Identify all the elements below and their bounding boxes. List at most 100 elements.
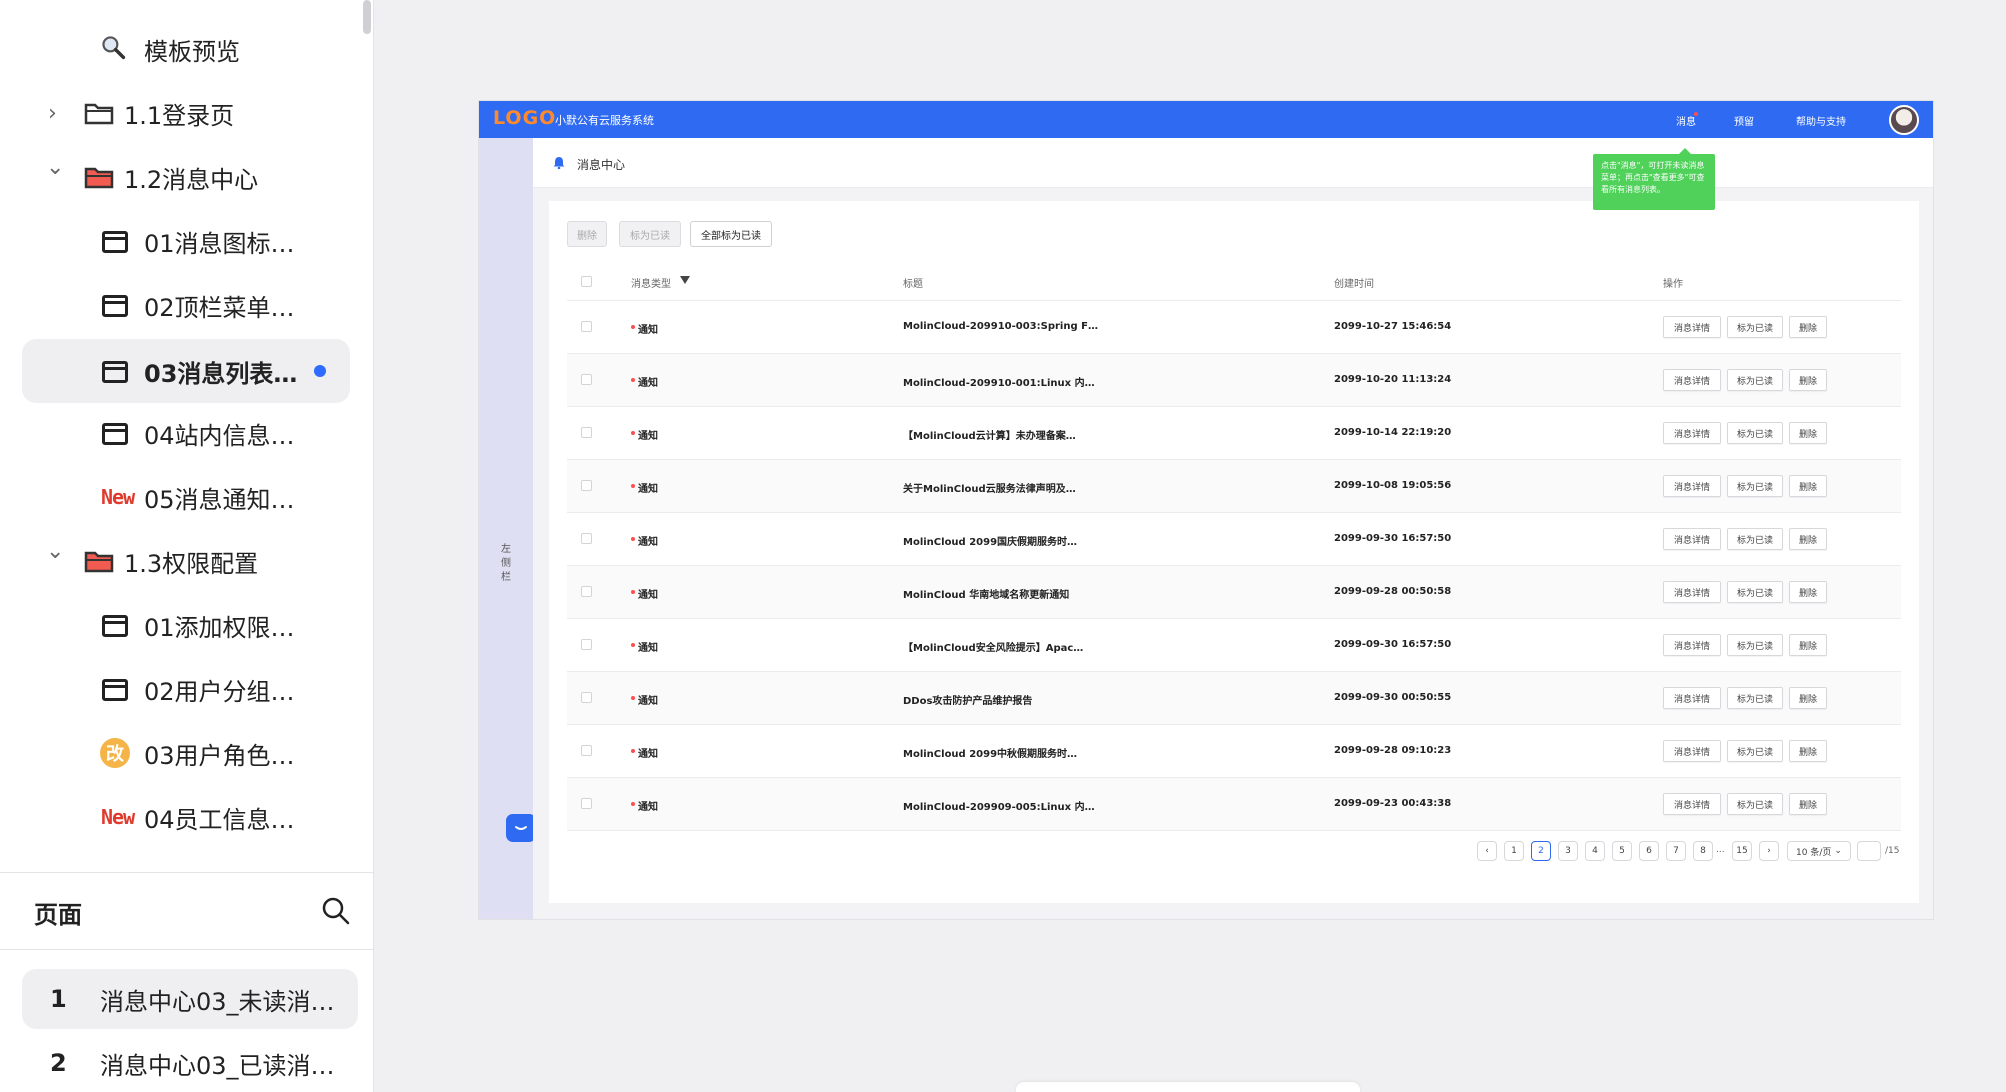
nav-messages[interactable]: 消息 bbox=[1676, 113, 1696, 128]
delete-button[interactable]: 删除 bbox=[567, 221, 607, 247]
cell-title[interactable]: MolinCloud 华南地域名称更新通知 bbox=[903, 586, 1069, 601]
mark-read-row-button[interactable]: 标为已读 bbox=[1727, 422, 1783, 444]
delete-row-button[interactable]: 删除 bbox=[1789, 793, 1827, 815]
page-label: 消息中心03_未读消… bbox=[100, 987, 335, 1016]
avatar[interactable] bbox=[1889, 105, 1919, 135]
search-icon[interactable] bbox=[320, 895, 352, 927]
cell-title[interactable]: DDos攻击防护产品维护报告 bbox=[903, 692, 1032, 707]
mark-read-row-button[interactable]: 标为已读 bbox=[1727, 634, 1783, 656]
mark-read-row-button[interactable]: 标为已读 bbox=[1727, 316, 1783, 338]
message-detail-button[interactable]: 消息详情 bbox=[1663, 740, 1721, 762]
cell-title[interactable]: MolinCloud-209910-001:Linux 内… bbox=[903, 374, 1095, 389]
nav-reserve[interactable]: 预留 bbox=[1734, 113, 1754, 128]
chat-icon[interactable] bbox=[506, 814, 536, 842]
delete-row-button[interactable]: 删除 bbox=[1789, 528, 1827, 550]
cell-created: 2099-09-23 00:43:38 bbox=[1334, 798, 1452, 809]
next-page-button[interactable]: › bbox=[1759, 841, 1779, 861]
page-row-read[interactable]: 2 消息中心03_已读消… bbox=[22, 1033, 358, 1092]
mark-read-row-button[interactable]: 标为已读 bbox=[1727, 581, 1783, 603]
mark-read-row-button[interactable]: 标为已读 bbox=[1727, 793, 1783, 815]
page-size-select[interactable]: 10 条/页 ⌄ bbox=[1787, 841, 1851, 861]
page-button[interactable]: 5 bbox=[1612, 841, 1632, 861]
page-button[interactable]: 6 bbox=[1639, 841, 1659, 861]
row-checkbox[interactable] bbox=[581, 427, 592, 438]
page-button[interactable]: 3 bbox=[1558, 841, 1578, 861]
prev-page-button[interactable]: ‹ bbox=[1477, 841, 1497, 861]
mark-read-row-button[interactable]: 标为已读 bbox=[1727, 687, 1783, 709]
delete-row-button[interactable]: 删除 bbox=[1789, 581, 1827, 603]
chevron-down-icon[interactable]: ⌄ bbox=[46, 539, 64, 564]
tree-item-user-role[interactable]: 改 03用户角色… bbox=[22, 723, 352, 783]
delete-row-button[interactable]: 删除 bbox=[1789, 687, 1827, 709]
delete-row-button[interactable]: 删除 bbox=[1789, 740, 1827, 762]
tree-item-employee-info[interactable]: New 04员工信息… bbox=[22, 787, 352, 847]
row-checkbox[interactable] bbox=[581, 639, 592, 650]
page-row-unread[interactable]: 1 消息中心03_未读消… bbox=[22, 969, 358, 1029]
mark-read-row-button[interactable]: 标为已读 bbox=[1727, 369, 1783, 391]
page-button[interactable]: 8 bbox=[1693, 841, 1713, 861]
tree-item-message-list[interactable]: 03消息列表… bbox=[22, 339, 350, 403]
message-detail-button[interactable]: 消息详情 bbox=[1663, 528, 1721, 550]
row-checkbox[interactable] bbox=[581, 745, 592, 756]
select-all-checkbox[interactable] bbox=[581, 276, 592, 287]
cell-title[interactable]: MolinCloud-209909-005:Linux 内… bbox=[903, 798, 1095, 813]
message-detail-button[interactable]: 消息详情 bbox=[1663, 687, 1721, 709]
last-page-button[interactable]: 15 bbox=[1732, 841, 1752, 861]
mark-read-row-button[interactable]: 标为已读 bbox=[1727, 475, 1783, 497]
table-row: 通知 MolinCloud 华南地域名称更新通知 2099-09-28 00:50:… bbox=[567, 566, 1901, 619]
tree-item-label: 02顶栏菜单… bbox=[144, 293, 295, 322]
mark-read-row-button[interactable]: 标为已读 bbox=[1727, 740, 1783, 762]
row-checkbox[interactable] bbox=[581, 533, 592, 544]
message-detail-button[interactable]: 消息详情 bbox=[1663, 634, 1721, 656]
cell-title[interactable]: 【MolinCloud安全风险提示】Apac… bbox=[903, 639, 1083, 654]
cell-title[interactable]: MolinCloud 2099国庆假期服务时… bbox=[903, 533, 1077, 548]
message-detail-button[interactable]: 消息详情 bbox=[1663, 475, 1721, 497]
tree-item-site-message[interactable]: 04站内信息… bbox=[22, 403, 352, 463]
row-checkbox[interactable] bbox=[581, 692, 592, 703]
page-button[interactable]: 7 bbox=[1666, 841, 1686, 861]
tree-item-template-preview[interactable]: 模板预览 bbox=[22, 19, 352, 79]
tree-item-login-page[interactable]: › 1.1登录页 bbox=[22, 83, 352, 143]
row-checkbox[interactable] bbox=[581, 586, 592, 597]
row-checkbox[interactable] bbox=[581, 374, 592, 385]
delete-row-button[interactable]: 删除 bbox=[1789, 316, 1827, 338]
chevron-right-icon[interactable]: › bbox=[48, 101, 57, 126]
tree-item-message-icon[interactable]: 01消息图标… bbox=[22, 211, 352, 271]
row-checkbox[interactable] bbox=[581, 480, 592, 491]
selected-dot-icon bbox=[314, 365, 326, 377]
mark-all-read-button[interactable]: 全部标为已读 bbox=[690, 221, 772, 247]
delete-row-button[interactable]: 删除 bbox=[1789, 422, 1827, 444]
nav-help[interactable]: 帮助与支持 bbox=[1796, 113, 1846, 128]
tree-item-permission-config[interactable]: ⌄ 1.3权限配置 bbox=[22, 531, 352, 591]
delete-row-button[interactable]: 删除 bbox=[1789, 634, 1827, 656]
message-detail-button[interactable]: 消息详情 bbox=[1663, 581, 1721, 603]
message-detail-button[interactable]: 消息详情 bbox=[1663, 793, 1721, 815]
cell-title[interactable]: MolinCloud-209910-003:Spring F… bbox=[903, 321, 1098, 332]
message-detail-button[interactable]: 消息详情 bbox=[1663, 369, 1721, 391]
tree-item-message-notify[interactable]: New 05消息通知… bbox=[22, 467, 352, 527]
tree-item-add-permission[interactable]: 01添加权限… bbox=[22, 595, 352, 655]
jump-page-input[interactable] bbox=[1857, 841, 1881, 861]
cell-title[interactable]: 关于MolinCloud云服务法律声明及… bbox=[903, 480, 1076, 495]
page-button[interactable]: 1 bbox=[1504, 841, 1524, 861]
delete-row-button[interactable]: 删除 bbox=[1789, 475, 1827, 497]
tree-item-topbar-menu[interactable]: 02顶栏菜单… bbox=[22, 275, 352, 335]
page-number: 2 bbox=[50, 1049, 67, 1077]
mark-read-button[interactable]: 标为已读 bbox=[619, 221, 681, 247]
message-detail-button[interactable]: 消息详情 bbox=[1663, 316, 1721, 338]
cell-title[interactable]: 【MolinCloud云计算】未办理备案… bbox=[903, 427, 1076, 442]
panel-scrollbar[interactable] bbox=[363, 0, 371, 34]
tree-item-message-center[interactable]: ⌄ 1.2消息中心 bbox=[22, 147, 352, 207]
chevron-down-icon[interactable]: ⌄ bbox=[46, 155, 64, 180]
delete-row-button[interactable]: 删除 bbox=[1789, 369, 1827, 391]
tree-item-user-group[interactable]: 02用户分组… bbox=[22, 659, 352, 719]
cell-title[interactable]: MolinCloud 2099中秋假期服务时… bbox=[903, 745, 1077, 760]
row-checkbox[interactable] bbox=[581, 798, 592, 809]
unread-dot-icon bbox=[631, 749, 635, 753]
filter-icon[interactable] bbox=[680, 276, 690, 284]
page-button[interactable]: 4 bbox=[1585, 841, 1605, 861]
row-checkbox[interactable] bbox=[581, 321, 592, 332]
message-detail-button[interactable]: 消息详情 bbox=[1663, 422, 1721, 444]
page-button[interactable]: 2 bbox=[1531, 841, 1551, 861]
mark-read-row-button[interactable]: 标为已读 bbox=[1727, 528, 1783, 550]
